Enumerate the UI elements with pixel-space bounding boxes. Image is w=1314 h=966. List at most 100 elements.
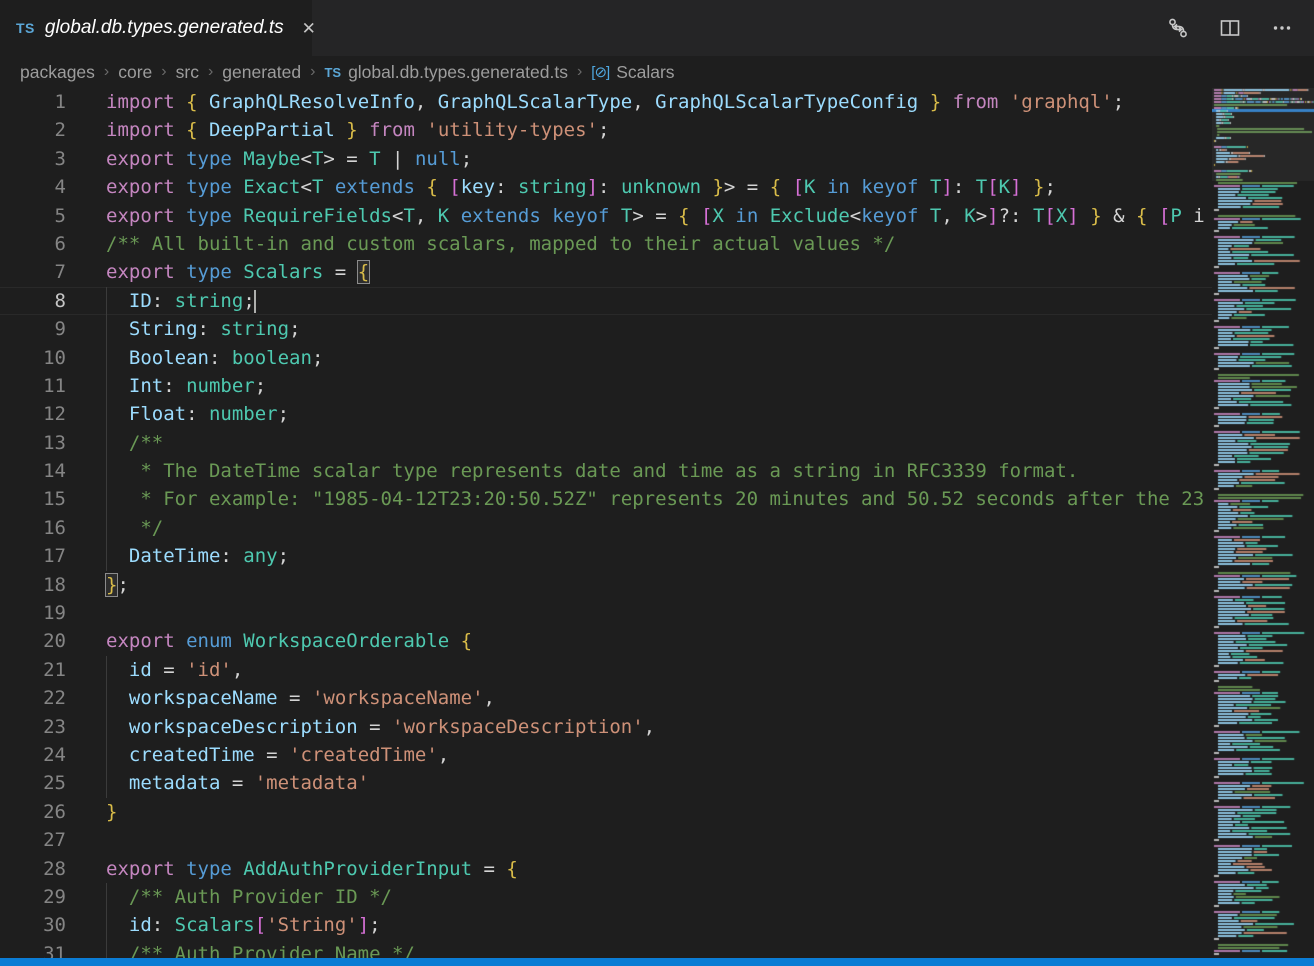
code-token [106,403,129,425]
code-line[interactable]: 31 /** Auth Provider Name */ [0,940,1212,958]
code-token: from [941,91,1010,113]
code-line[interactable]: 14 * The DateTime scalar type represents… [0,457,1212,485]
line-content: export type Exact<T extends { [key: stri… [106,173,1056,201]
code-line[interactable]: 16 */ [0,514,1212,542]
code-token: type [186,176,243,198]
code-line[interactable]: 26} [0,798,1212,826]
code-line[interactable]: 10 Boolean: boolean; [0,344,1212,372]
code-line[interactable]: 1import { GraphQLResolveInfo, GraphQLSca… [0,88,1212,116]
code-token: key [461,176,495,198]
code-token: T [369,148,380,170]
line-number: 28 [0,855,66,883]
code-token: Float [129,403,186,425]
code-token: K [804,176,815,198]
code-token [106,347,129,369]
code-token [438,176,449,198]
code-token [1022,176,1033,198]
code-token: String [129,318,198,340]
code-token: T [976,176,987,198]
line-number: 22 [0,684,66,712]
tab-global-db-types[interactable]: TS global.db.types.generated.ts ✕ [0,0,312,56]
code-token: & [1102,205,1136,227]
code-line[interactable]: 21 id = 'id', [0,656,1212,684]
code-token: string [518,176,587,198]
code-token: { [770,176,781,198]
code-line[interactable]: 27 [0,826,1212,854]
more-actions-icon[interactable] [1270,16,1294,40]
split-editor-icon[interactable] [1218,16,1242,40]
line-content: import { DeepPartial } from 'utility-typ… [106,116,609,144]
code-token: 'metadata' [255,772,369,794]
code-token: */ [106,517,163,539]
line-number: 19 [0,599,66,627]
close-tab-icon[interactable]: ✕ [302,20,316,37]
code-token: P [1170,205,1181,227]
line-content: } [106,798,117,826]
breadcrumb-item-packages[interactable]: packages [20,62,95,83]
code-editor[interactable]: 1import { GraphQLResolveInfo, GraphQLSca… [0,88,1212,958]
code-token: = [472,858,506,880]
code-line[interactable]: 11 Int: number; [0,372,1212,400]
code-token: T [621,205,632,227]
code-line[interactable]: 8 ID: string; [0,287,1212,315]
code-line[interactable]: 2import { DeepPartial } from 'utility-ty… [0,116,1212,144]
code-token: { [461,630,472,652]
tab-title: global.db.types.generated.ts [45,17,284,39]
code-token: in [827,176,850,198]
code-token: 'String' [266,914,358,936]
open-changes-icon[interactable] [1166,16,1190,40]
code-token: T [312,148,323,170]
code-line[interactable]: 19 [0,599,1212,627]
breadcrumb-item-global-db-types-generated-ts[interactable]: TSglobal.db.types.generated.ts [324,62,568,83]
breadcrumb-item-generated[interactable]: generated [222,62,301,83]
breadcrumb-item-core[interactable]: core [118,62,152,83]
code-line[interactable]: 23 workspaceDescription = 'workspaceDesc… [0,713,1212,741]
code-token: , [415,205,438,227]
code-token: GraphQLScalarTypeConfig [655,91,918,113]
code-line[interactable]: 29 /** Auth Provider ID */ [0,883,1212,911]
code-token: [ [793,176,804,198]
code-line[interactable]: 20export enum WorkspaceOrderable { [0,627,1212,655]
code-line[interactable]: 30 id: Scalars['String']; [0,911,1212,939]
line-content: metadata = 'metadata' [106,769,369,797]
code-token: export [106,630,186,652]
minimap[interactable] [1212,88,1314,958]
code-line[interactable]: 6/** All built-in and custom scalars, ma… [0,230,1212,258]
line-number: 3 [0,145,66,173]
code-token: Int [129,375,163,397]
code-token [918,91,929,113]
code-line[interactable]: 4export type Exact<T extends { [key: str… [0,173,1212,201]
code-line[interactable]: 5export type RequireFields<T, K extends … [0,202,1212,230]
code-token: ; [461,148,472,170]
code-token: export [106,176,186,198]
code-token: : [152,290,175,312]
code-token: export [106,205,186,227]
breadcrumb-item-src[interactable]: src [176,62,199,83]
line-content: /** Auth Provider ID */ [106,883,392,911]
line-content: ID: string; [106,287,255,315]
line-content: DateTime: any; [106,542,289,570]
code-line[interactable]: 3export type Maybe<T> = T | null; [0,145,1212,173]
code-line[interactable]: 17 DateTime: any; [0,542,1212,570]
code-line[interactable]: 9 String: string; [0,315,1212,343]
line-content: id = 'id', [106,656,243,684]
code-line[interactable]: 13 /** [0,429,1212,457]
code-token: ; [369,914,380,936]
breadcrumb-item-scalars[interactable]: [⊘]Scalars [591,62,674,83]
symbol-type-icon: [⊘] [591,63,609,81]
code-line[interactable]: 18}; [0,571,1212,599]
code-line[interactable]: 22 workspaceName = 'workspaceName', [0,684,1212,712]
breadcrumb-separator: › [208,63,213,81]
code-token: < [300,176,311,198]
code-line[interactable]: 7export type Scalars = { [0,258,1212,286]
typescript-file-icon: TS [16,20,35,36]
line-number: 10 [0,344,66,372]
code-line[interactable]: 25 metadata = 'metadata' [0,769,1212,797]
code-line[interactable]: 24 createdTime = 'createdTime', [0,741,1212,769]
line-number: 23 [0,713,66,741]
code-line[interactable]: 12 Float: number; [0,400,1212,428]
code-token [449,630,460,652]
line-content: workspaceName = 'workspaceName', [106,684,495,712]
code-line[interactable]: 28export type AddAuthProviderInput = { [0,855,1212,883]
code-line[interactable]: 15 * For example: "1985-04-12T23:20:50.5… [0,485,1212,513]
